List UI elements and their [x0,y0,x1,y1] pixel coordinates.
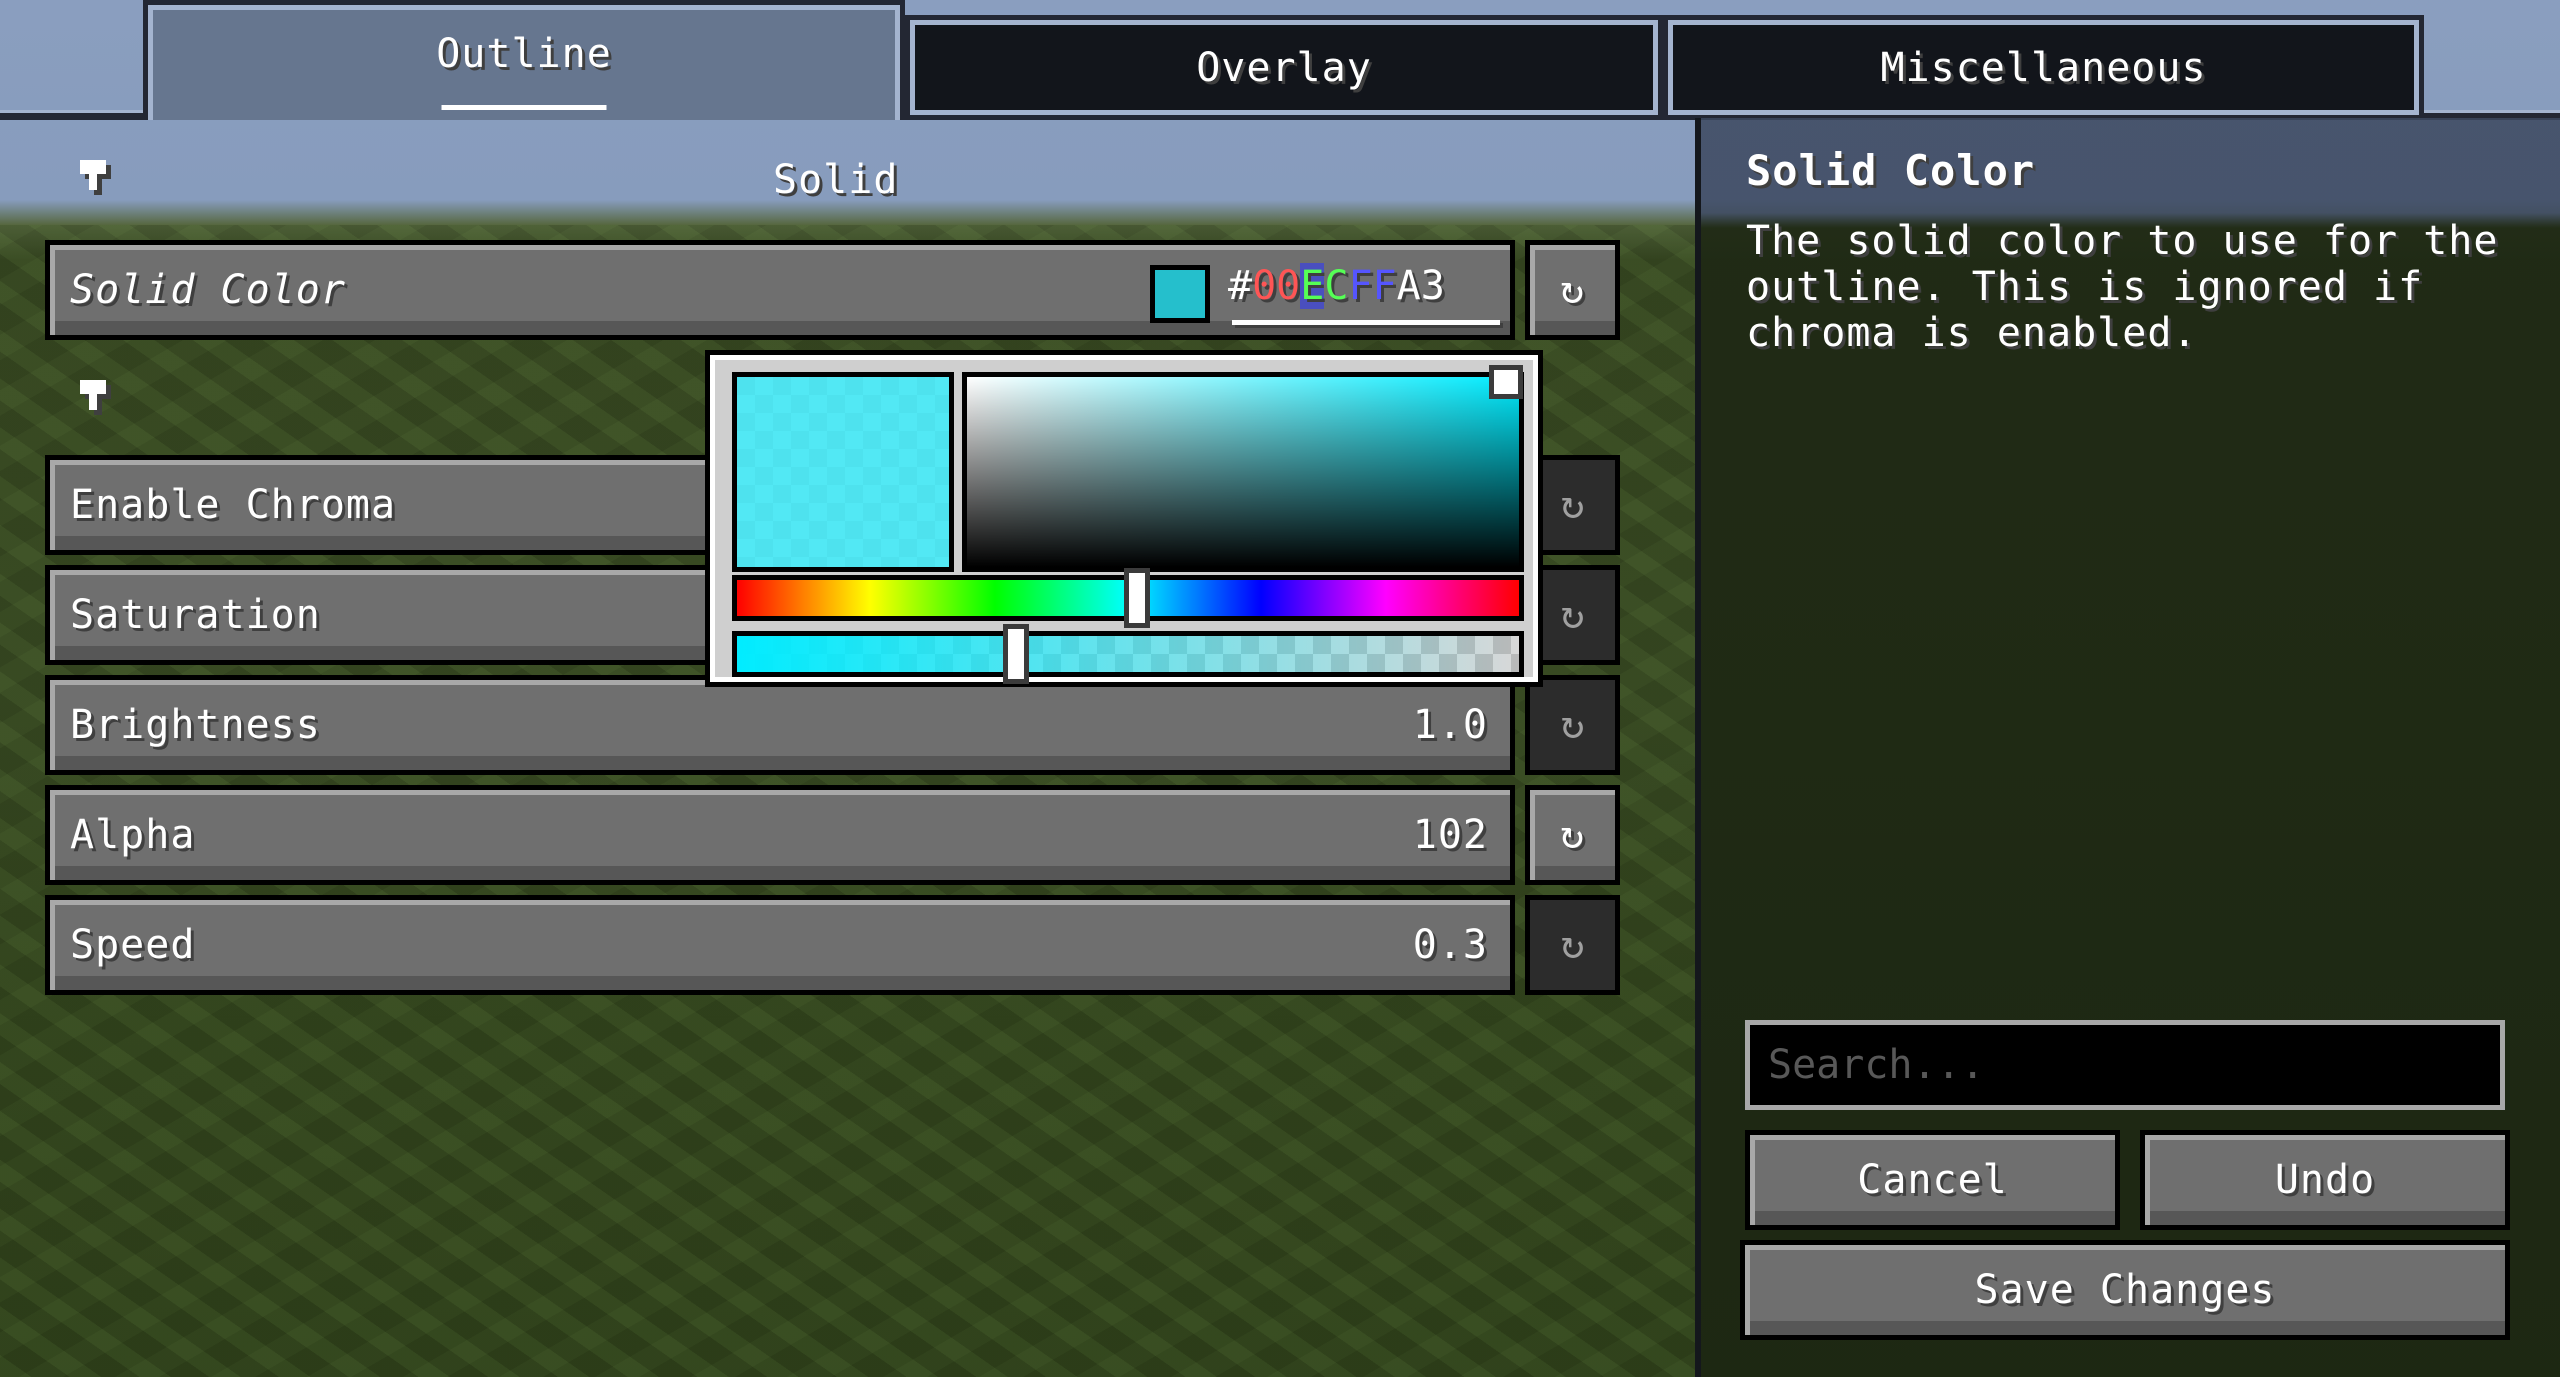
setting-label: Saturation [70,592,321,638]
active-tab-indicator [441,105,607,110]
save-changes-button[interactable]: Save Changes [1740,1240,2510,1340]
hex-prefix: # [1228,263,1253,309]
info-panel-title: Solid Color [1746,146,2036,195]
alpha-slider-thumb[interactable] [1002,624,1029,684]
tab-outline[interactable]: Outline [143,0,905,120]
reset-arrow-icon: ↻ [1559,267,1586,313]
save-changes-button-label: Save Changes [1974,1267,2276,1313]
saturation-value-area[interactable] [962,365,1524,572]
setting-value: 102 [1412,812,1488,858]
hex-green: C [1324,263,1349,309]
hex-blue: FF [1348,263,1397,309]
reset-arrow-icon: ↻ [1560,482,1585,528]
alpha-slider-bar[interactable] [732,624,1524,684]
hex-red: 00 [1252,263,1301,309]
reset-button-brightness[interactable]: ↻ [1525,675,1620,775]
undo-button[interactable]: Undo [2140,1130,2510,1230]
reset-arrow-icon: ↻ [1559,812,1586,858]
section-title-solid: Solid [773,157,899,203]
hue-slider[interactable] [732,568,1524,628]
color-swatch[interactable] [1150,265,1210,323]
reset-button-speed[interactable]: ↻ [1525,895,1620,995]
setting-row-solid-color: Solid Color #00ECFFA3 ↻ [45,240,1620,340]
alpha-slider[interactable]: Alpha 102 [45,785,1515,885]
cancel-button[interactable]: Cancel [1745,1130,2120,1230]
tab-miscellaneous-label: Miscellaneous [1880,44,2207,91]
setting-value: 1.0 [1412,702,1488,748]
text-field-underline [1232,320,1500,325]
color-preview [732,372,954,572]
reset-button-solid-color[interactable]: ↻ [1525,240,1620,340]
setting-label: Speed [70,922,196,968]
color-picker-popup [705,350,1543,687]
section-header-solid[interactable]: Solid [0,155,1695,215]
hue-slider-thumb[interactable] [1123,568,1150,628]
saturation-value-handle[interactable] [1489,365,1523,399]
hex-color-input[interactable]: #00ECFFA3 [1228,263,1548,325]
collapse-icon[interactable] [80,380,106,414]
setting-label: Brightness [70,702,321,748]
undo-button-label: Undo [2274,1157,2376,1203]
tab-outline-label: Outline [436,30,612,77]
solid-color-button[interactable]: Solid Color #00ECFFA3 [45,240,1515,340]
brightness-slider[interactable]: Brightness 1.0 [45,675,1515,775]
setting-label: Solid Color [70,267,346,313]
info-panel-description: The solid color to use for the outline. … [1746,218,2499,356]
tab-miscellaneous[interactable]: Miscellaneous [1663,15,2424,120]
hex-alpha: A3 [1396,263,1445,309]
setting-label: Enable Chroma [70,482,397,528]
search-input[interactable] [1768,1025,2500,1105]
speed-slider[interactable]: Speed 0.3 [45,895,1515,995]
collapse-icon[interactable] [80,160,106,194]
cancel-button-label: Cancel [1857,1157,2008,1203]
setting-value: 0.3 [1412,922,1488,968]
setting-row-brightness: Brightness 1.0 ↻ [45,675,1620,775]
setting-label: Alpha [70,812,196,858]
reset-arrow-icon: ↻ [1560,592,1585,638]
reset-arrow-icon: ↻ [1560,922,1585,968]
reset-button-alpha[interactable]: ↻ [1525,785,1620,885]
tab-overlay[interactable]: Overlay [905,15,1663,120]
setting-row-alpha: Alpha 102 ↻ [45,785,1620,885]
tab-overlay-label: Overlay [1196,44,1372,91]
hex-green-selected: E [1300,263,1325,309]
search-field[interactable] [1745,1020,2505,1110]
reset-arrow-icon: ↻ [1560,702,1585,748]
setting-row-speed: Speed 0.3 ↻ [45,895,1620,995]
